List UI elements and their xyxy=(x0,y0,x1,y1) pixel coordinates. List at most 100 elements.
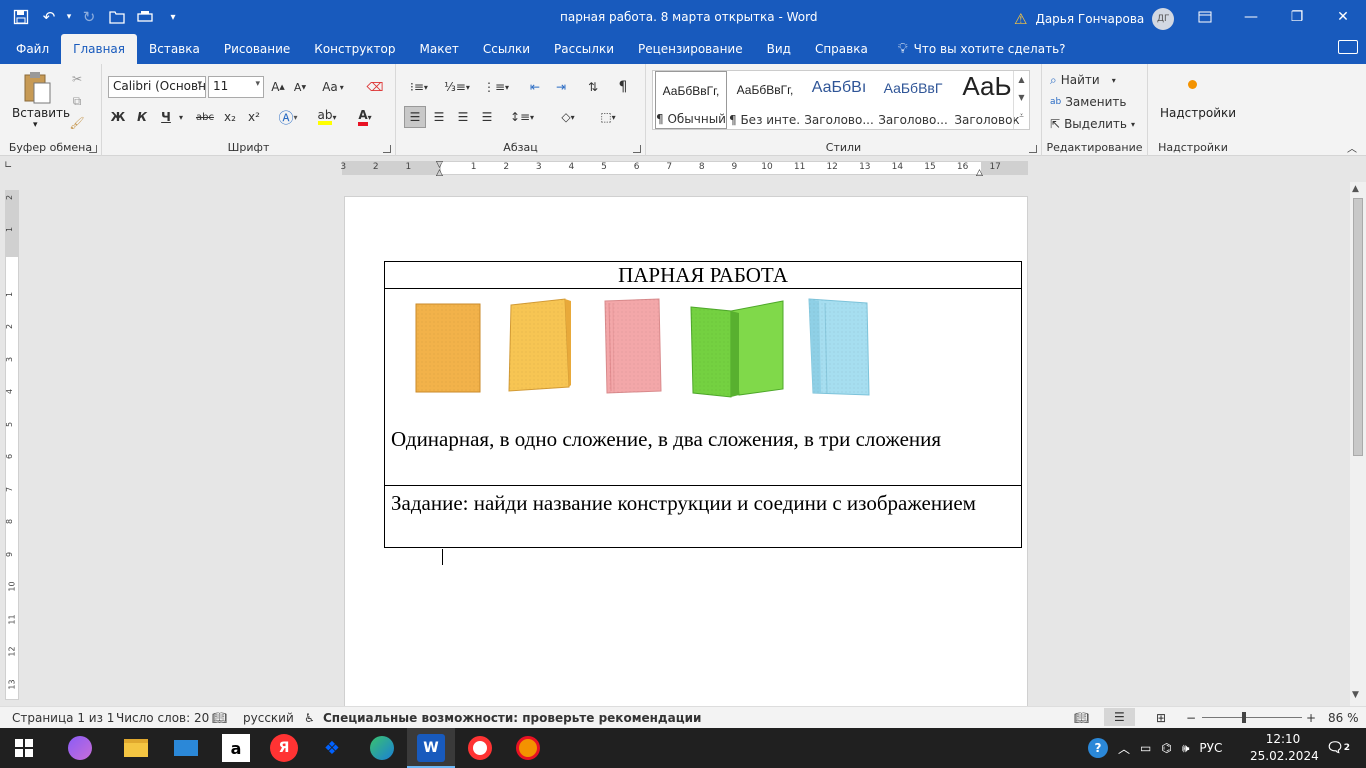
italic-button[interactable]: К xyxy=(132,106,152,128)
horizontal-ruler[interactable]: 3 2 1 1 2 3 4 5 6 7 8 9 10 11 12 13 14 15 16 17 ▽ △ △ xyxy=(340,160,1028,178)
document-page[interactable]: ПАРНАЯ РАБОТА Одинарная, в одно сложение… xyxy=(344,196,1028,708)
strikethrough-button[interactable]: abc xyxy=(194,106,216,128)
print-preview-icon[interactable] xyxy=(132,4,158,30)
shrink-font-icon[interactable]: A ▼ xyxy=(290,76,310,98)
tab-home[interactable]: Главная xyxy=(61,34,137,64)
align-center-icon[interactable]: ☰ xyxy=(428,106,450,128)
one-fold-card-image[interactable] xyxy=(505,295,575,395)
task-cell[interactable]: Задание: найди название конструкции и со… xyxy=(385,486,1021,547)
paste-button[interactable]: Вставить xyxy=(12,106,70,120)
underline-button[interactable]: Ч xyxy=(156,106,176,128)
borders-icon[interactable]: ⬚ ▾ xyxy=(592,106,624,128)
tab-view[interactable]: Вид xyxy=(755,34,803,64)
scroll-thumb[interactable] xyxy=(1353,198,1363,456)
language[interactable]: русский xyxy=(243,711,294,725)
word-icon[interactable]: W xyxy=(417,734,445,762)
numbering-icon[interactable]: ⅓≡ ▾ xyxy=(442,76,472,98)
table-images-cell[interactable]: Одинарная, в одно сложение, в два сложен… xyxy=(385,289,1021,486)
font-name-dropdown-icon[interactable]: ▾ xyxy=(197,79,202,89)
cut-icon[interactable]: ✂ xyxy=(68,70,86,88)
alice-assistant-icon[interactable] xyxy=(66,734,94,762)
right-indent-icon[interactable]: △ xyxy=(976,168,983,178)
zoom-out-icon[interactable]: − xyxy=(1186,711,1196,725)
tab-mailings[interactable]: Рассылки xyxy=(542,34,626,64)
tell-me-box[interactable]: 💡︎ Что вы хотите сделать? xyxy=(880,34,1066,64)
paragraph-launcher-icon[interactable] xyxy=(633,145,641,153)
font-size-dropdown-icon[interactable]: ▾ xyxy=(255,79,260,89)
tab-insert[interactable]: Вставка xyxy=(137,34,212,64)
styles-more-icon[interactable]: ⩡ xyxy=(1014,107,1029,125)
table-title-cell[interactable]: ПАРНАЯ РАБОТА xyxy=(385,262,1021,289)
green-card-image[interactable] xyxy=(687,297,785,399)
dropbox-icon[interactable]: ❖ xyxy=(318,734,346,762)
volume-icon[interactable]: 🕪︎ xyxy=(1182,741,1190,756)
scroll-up-icon[interactable]: ▲ xyxy=(1352,184,1359,194)
font-color-icon[interactable]: A ▾ xyxy=(350,106,380,128)
battery-icon[interactable]: ▭ xyxy=(1140,741,1151,755)
styles-scroll-up-icon[interactable]: ▲ xyxy=(1014,71,1029,89)
web-layout-icon[interactable]: ⊞ xyxy=(1156,711,1166,725)
superscript-button[interactable]: x² xyxy=(244,106,264,128)
vertical-ruler[interactable]: 2 1 1 2 3 4 5 6 7 8 9 10 11 12 13 xyxy=(5,190,19,700)
select-button[interactable]: ⇱ Выделить ▾ xyxy=(1050,114,1135,134)
highlight-color-icon[interactable]: ab ▾ xyxy=(312,106,342,128)
vertical-scrollbar[interactable]: ▲ ▼ xyxy=(1350,182,1366,706)
two-fold-card-image[interactable] xyxy=(601,295,667,397)
style-heading-1[interactable]: АаБбВı Заголово... xyxy=(803,71,875,129)
find-button[interactable]: ⌕ Найти ▾ xyxy=(1050,70,1116,90)
account-area[interactable]: ⚠ Дарья Гончарова ДГ xyxy=(1014,8,1175,30)
file-explorer-icon[interactable] xyxy=(122,734,150,762)
addins-button[interactable]: Надстройки xyxy=(1160,106,1236,120)
save-icon[interactable] xyxy=(8,4,34,30)
tab-help[interactable]: Справка xyxy=(803,34,880,64)
font-launcher-icon[interactable] xyxy=(383,145,391,153)
yandex-browser-icon[interactable] xyxy=(466,734,494,762)
justify-icon[interactable]: ☰ xyxy=(476,106,498,128)
input-language[interactable]: РУС xyxy=(1199,741,1222,755)
font-size-select[interactable]: 11 ▾ xyxy=(208,76,264,98)
print-layout-icon[interactable]: ☰ xyxy=(1104,708,1135,726)
grow-font-icon[interactable]: A ▲ xyxy=(268,76,288,98)
text-effects-icon[interactable]: Ⓐ ▾ xyxy=(274,106,302,128)
scroll-down-icon[interactable]: ▼ xyxy=(1352,690,1359,700)
user-name[interactable]: Дарья Гончарова xyxy=(1035,12,1144,26)
ribbon-display-options-icon[interactable] xyxy=(1182,0,1228,34)
format-painter-icon[interactable]: 🖌︎ xyxy=(68,114,86,132)
align-right-icon[interactable]: ☰ xyxy=(452,106,474,128)
font-name-select[interactable]: Calibri (Основн ▾ xyxy=(108,76,206,98)
copy-icon[interactable]: ⧉ xyxy=(68,92,86,110)
mail-icon[interactable] xyxy=(172,734,200,762)
redo-icon[interactable]: ↻ xyxy=(76,4,102,30)
read-mode-icon[interactable]: 📖︎ xyxy=(1074,711,1089,725)
restore-icon[interactable]: ❐ xyxy=(1274,0,1320,34)
tell-me-text[interactable]: Что вы хотите сделать? xyxy=(914,42,1066,56)
paste-dropdown-icon[interactable]: ▾ xyxy=(33,120,38,130)
addins-icon[interactable] xyxy=(1184,76,1200,92)
tab-design[interactable]: Конструктор xyxy=(302,34,407,64)
bullets-icon[interactable]: ⁝≡ ▾ xyxy=(404,76,434,98)
tab-references[interactable]: Ссылки xyxy=(471,34,542,64)
show-marks-button[interactable]: ¶ xyxy=(612,76,634,98)
notifications-icon[interactable]: 🗨︎ 2 xyxy=(1324,734,1352,762)
styles-scroll-down-icon[interactable]: ▼ xyxy=(1014,89,1029,107)
tab-layout[interactable]: Макет xyxy=(408,34,471,64)
multilevel-list-icon[interactable]: ⋮≡ ▾ xyxy=(480,76,512,98)
clear-formatting-icon[interactable]: ⌫ xyxy=(364,76,386,98)
tab-file[interactable]: Файл xyxy=(4,34,61,64)
line-spacing-icon[interactable]: ↕≡ ▾ xyxy=(506,106,538,128)
undo-dropdown-icon[interactable]: ▾ xyxy=(64,4,74,30)
avatar[interactable]: ДГ xyxy=(1152,8,1175,30)
tab-review[interactable]: Рецензирование xyxy=(626,34,755,64)
bold-button[interactable]: Ж xyxy=(108,106,128,128)
clipboard-launcher-icon[interactable] xyxy=(89,145,97,153)
card-types-caption[interactable]: Одинарная, в одно сложение, в два сложен… xyxy=(391,427,941,452)
decrease-indent-icon[interactable]: ⇤ xyxy=(524,76,546,98)
style-heading-2[interactable]: АаБбВвГ Заголово... xyxy=(877,71,949,129)
align-left-icon[interactable]: ☰ xyxy=(404,106,426,128)
zoom-slider[interactable] xyxy=(1202,717,1302,718)
tab-draw[interactable]: Рисование xyxy=(212,34,302,64)
three-fold-card-image[interactable] xyxy=(805,295,873,399)
share-icon[interactable] xyxy=(1338,40,1358,54)
style-normal[interactable]: АаБбВвГг, ¶ Обычный xyxy=(655,71,727,129)
change-case-button[interactable]: Aa ▾ xyxy=(316,76,350,98)
